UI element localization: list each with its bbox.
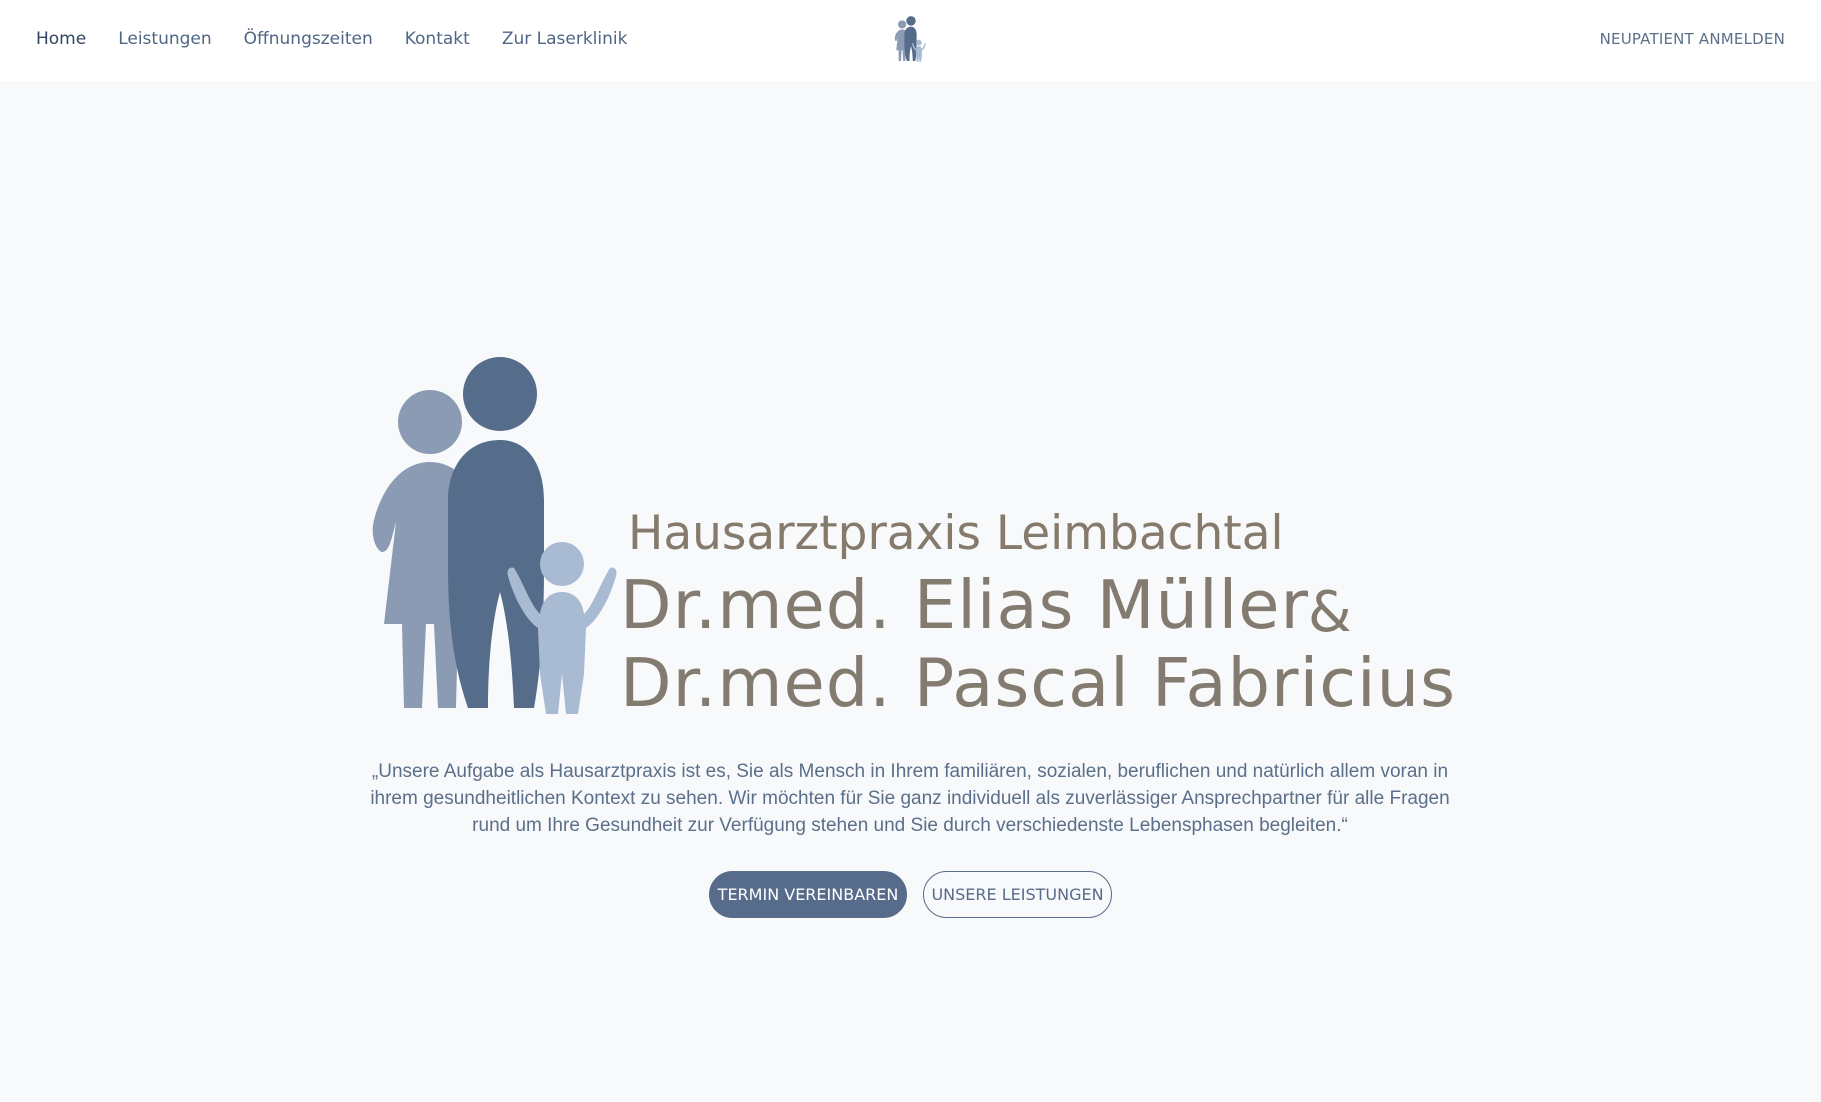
services-button[interactable]: UNSERE LEISTUNGEN (923, 871, 1112, 918)
doctor-name-2: Dr.med. Pascal Fabricius (620, 644, 1457, 722)
family-logo-icon[interactable] (893, 16, 927, 62)
nav-link-kontakt[interactable]: Kontakt (405, 29, 470, 49)
hero-actions: TERMIN VEREINBAREN UNSERE LEISTUNGEN (709, 871, 1112, 918)
nav-link-oeffnungszeiten[interactable]: Öffnungszeiten (244, 29, 373, 49)
doctor-name-1: Dr.med. Elias Müller (620, 566, 1309, 644)
ampersand: & (1308, 580, 1352, 645)
family-logo-icon (372, 357, 617, 714)
main-navigation: Home Leistungen Öffnungszeiten Kontakt Z… (36, 29, 659, 49)
practice-quote: „Unsere Aufgabe als Hausarztpraxis ist e… (370, 761, 1450, 836)
nav-link-laserklinik[interactable]: Zur Laserklinik (502, 29, 628, 49)
nav-link-home[interactable]: Home (36, 29, 86, 49)
top-navbar: Home Leistungen Öffnungszeiten Kontakt Z… (0, 0, 1821, 81)
new-patient-register-button[interactable]: NEUPATIENT ANMELDEN (1600, 30, 1785, 48)
practice-name: Hausarztpraxis Leimbachtal (628, 506, 1284, 561)
book-appointment-button[interactable]: TERMIN VEREINBAREN (709, 871, 907, 918)
nav-link-leistungen[interactable]: Leistungen (118, 29, 211, 49)
